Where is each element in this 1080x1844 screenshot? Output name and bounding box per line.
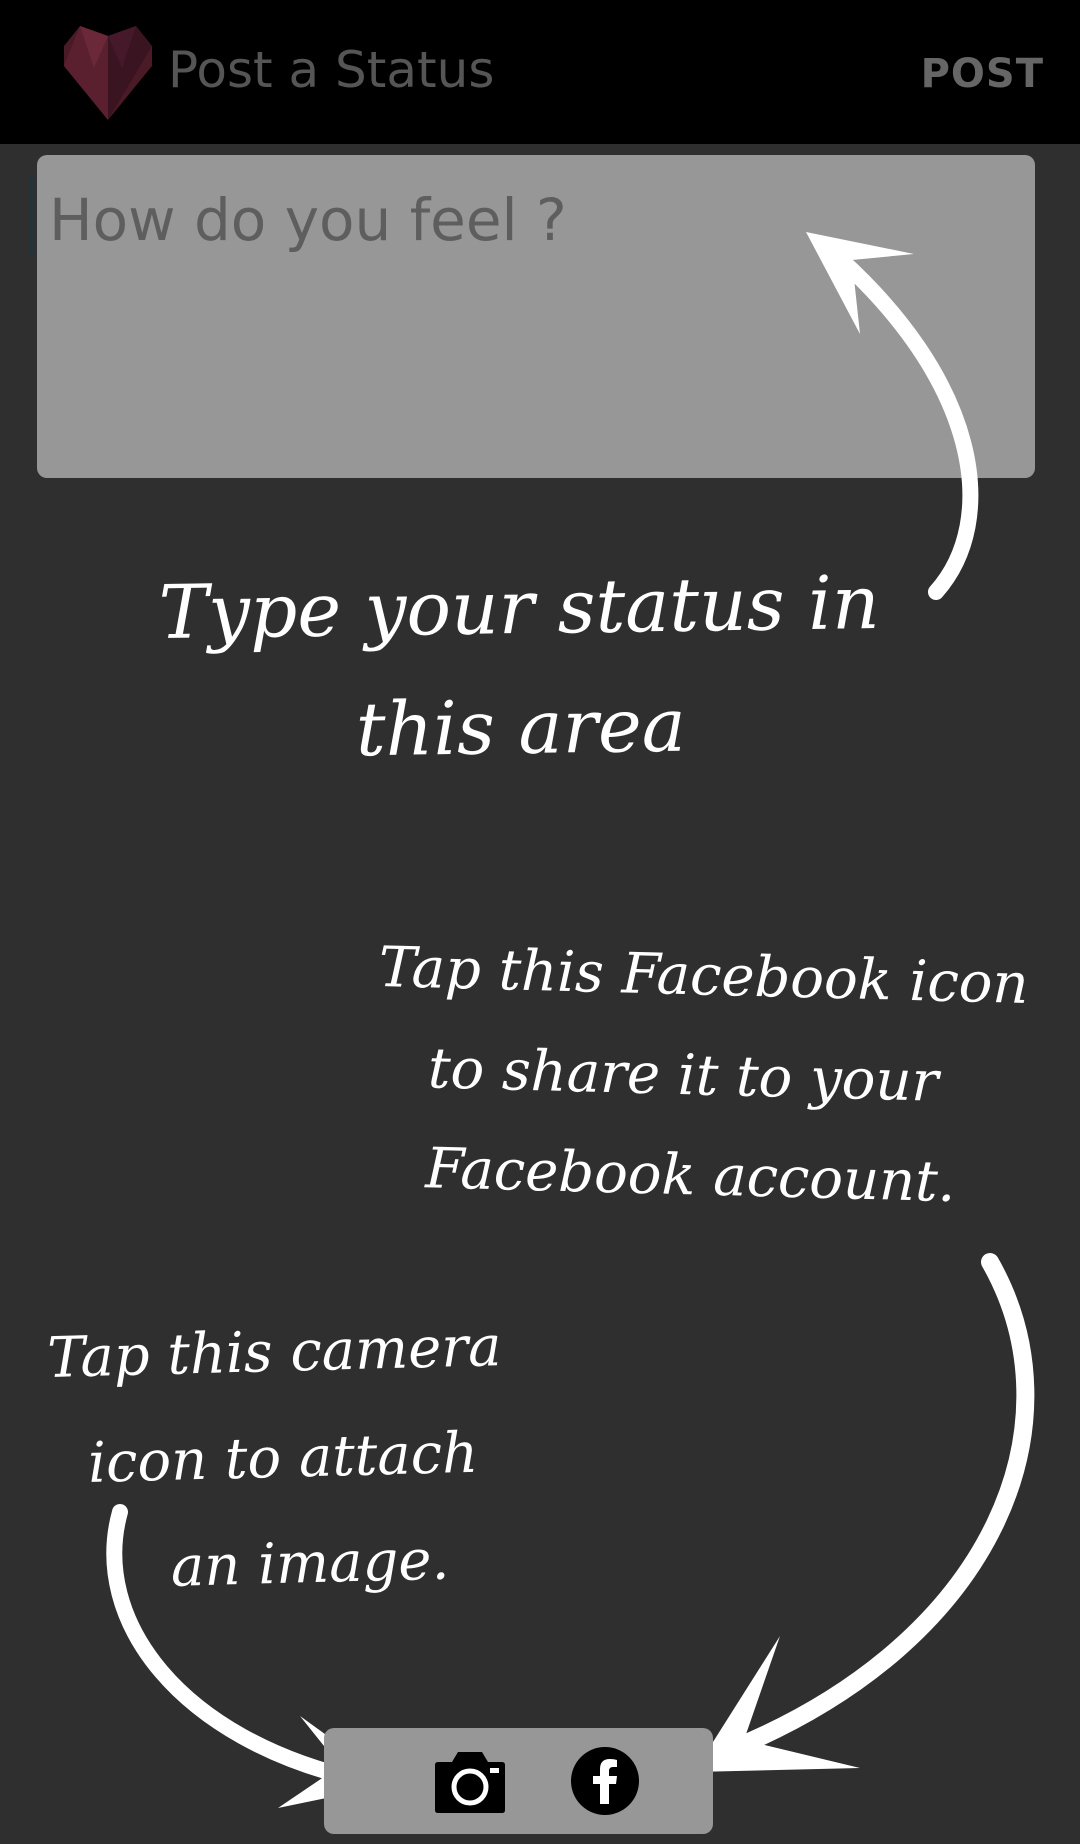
hint-camera-line-2: icon to attach <box>87 1420 479 1496</box>
hint-status-line-2: this area <box>355 682 687 774</box>
hint-status-line-1: Type your status in <box>158 559 881 657</box>
hint-camera-line-3: an image. <box>170 1527 451 1600</box>
hint-camera-line-1: Tap this camera <box>46 1314 503 1391</box>
facebook-icon[interactable] <box>570 1746 640 1816</box>
camera-icon[interactable] <box>434 1748 506 1814</box>
arrow-to-facebook-icon <box>721 1253 1035 1759</box>
hint-status-area: Type your status in this area <box>0 541 1042 795</box>
hint-facebook-line-1: Tap this Facebook icon <box>377 934 1030 1017</box>
hint-camera: Tap this camera icon to attach an image. <box>46 1294 508 1624</box>
hint-facebook-line-3: Facebook account. <box>424 1136 957 1216</box>
hint-facebook-line-2: to share it to your <box>427 1036 940 1115</box>
attachment-bar <box>324 1728 713 1834</box>
hint-facebook: Tap this Facebook icon to share it to yo… <box>372 918 1030 1235</box>
